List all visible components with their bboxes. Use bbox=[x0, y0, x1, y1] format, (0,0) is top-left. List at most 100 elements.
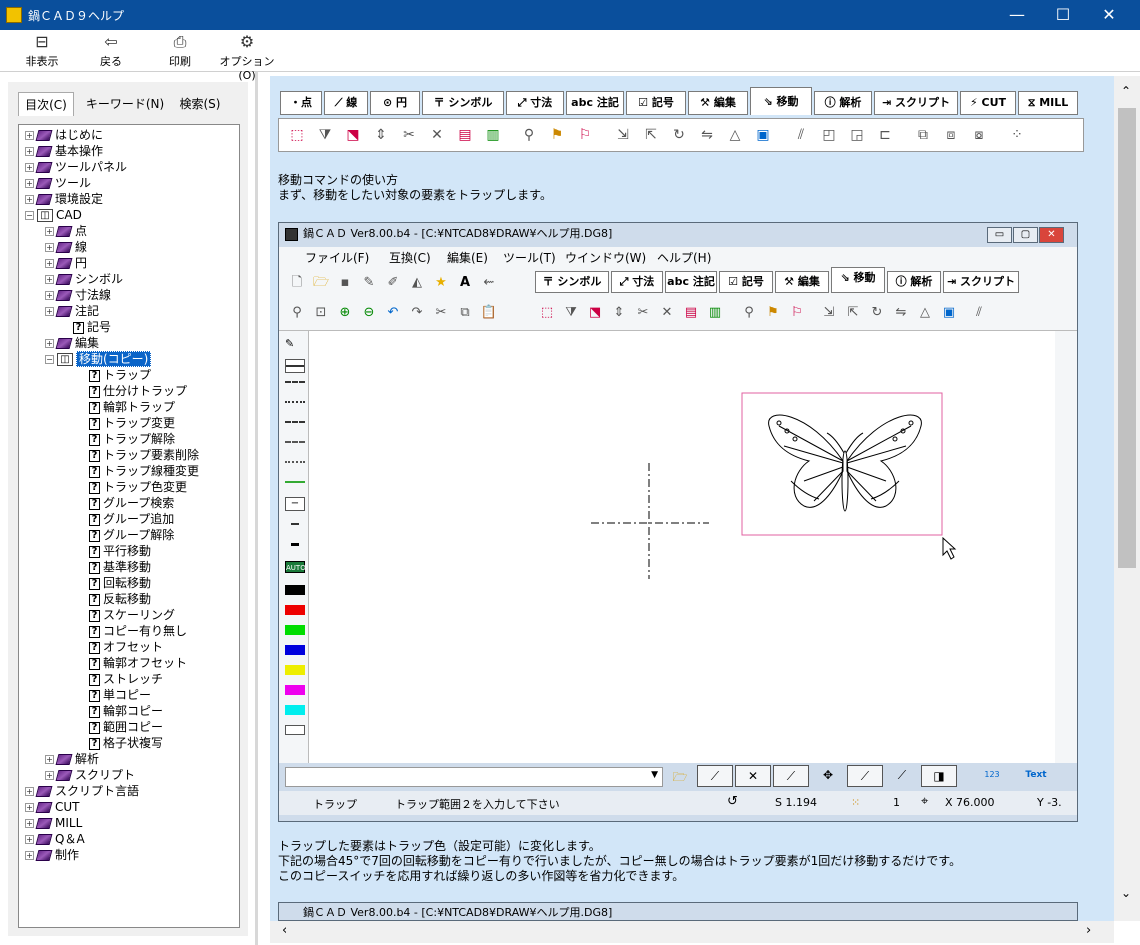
tree-item-toolpanel[interactable]: + ツールパネル bbox=[25, 159, 127, 175]
tree-item-parallel-move[interactable]: ? 平行移動 bbox=[89, 543, 151, 559]
tree-item-stretch[interactable]: ? ストレッチ bbox=[89, 671, 163, 687]
tree-item-edit[interactable]: + 編集 bbox=[45, 335, 99, 351]
back-button[interactable]: ⇦ 戻る bbox=[96, 32, 126, 69]
expand-icon[interactable]: + bbox=[45, 243, 54, 252]
tree-item-offset[interactable]: ? オフセット bbox=[89, 639, 163, 655]
tree-item-kihon[interactable]: + 基本操作 bbox=[25, 143, 103, 159]
tree-item-cad[interactable]: − ◫ CAD bbox=[25, 207, 82, 223]
tree-item-trap-change[interactable]: ? トラップ変更 bbox=[89, 415, 175, 431]
tree-item-trap-release[interactable]: ? トラップ解除 bbox=[89, 431, 175, 447]
tree-item-settings[interactable]: + 環境設定 bbox=[25, 191, 103, 207]
expand-icon[interactable]: + bbox=[25, 851, 34, 860]
tab-search[interactable]: 検索(S) bbox=[170, 92, 230, 116]
trap-change-icon: ⇕ bbox=[375, 127, 387, 143]
expand-icon[interactable]: + bbox=[45, 755, 54, 764]
content-vertical-scrollbar[interactable]: ⌃ ⌄ bbox=[1114, 76, 1140, 921]
tree-item-contour-copy[interactable]: ? 輪郭コピー bbox=[89, 703, 163, 719]
tab-mill: ⧖ MILL bbox=[1018, 91, 1078, 115]
minimize-button[interactable]: — bbox=[994, 0, 1040, 30]
expand-icon[interactable]: + bbox=[45, 227, 54, 236]
tree-item-tool[interactable]: + ツール bbox=[25, 175, 91, 191]
tree-item-production[interactable]: + 制作 bbox=[25, 847, 79, 863]
app-scaling-icon: △ bbox=[920, 305, 930, 320]
expand-icon[interactable]: + bbox=[25, 787, 34, 796]
help-topic-icon: ? bbox=[89, 465, 100, 478]
tree-item-group-release[interactable]: ? グループ解除 bbox=[89, 527, 174, 543]
tree-item-rotate-move[interactable]: ? 回転移動 bbox=[89, 575, 151, 591]
expand-icon[interactable]: + bbox=[25, 179, 34, 188]
tree-item-ten[interactable]: + 点 bbox=[45, 223, 87, 239]
tree-item-symbol[interactable]: + シンボル bbox=[45, 271, 123, 287]
expand-icon[interactable]: + bbox=[45, 275, 54, 284]
scroll-right-icon[interactable]: › bbox=[1086, 923, 1091, 938]
tree-item-qa[interactable]: + Q＆A bbox=[25, 831, 85, 847]
tree-item-shiwake-trap[interactable]: ? 仕分けトラップ bbox=[89, 383, 187, 399]
grid-icon: ⁙ bbox=[851, 796, 861, 809]
help-topic-icon: ? bbox=[89, 545, 100, 558]
tree-item-range-copy[interactable]: ? 範囲コピー bbox=[89, 719, 163, 735]
expand-icon[interactable]: + bbox=[25, 803, 34, 812]
tree-item-mirror-move[interactable]: ? 反転移動 bbox=[89, 591, 151, 607]
tab-contents[interactable]: 目次(C) bbox=[18, 92, 74, 116]
tree-item-group-search[interactable]: ? グループ検索 bbox=[89, 495, 174, 511]
tree-item-trap[interactable]: ? トラップ bbox=[89, 367, 151, 383]
tree-item-move-copy[interactable]: − ◫ 移動(コピー) bbox=[45, 351, 152, 367]
close-button[interactable]: ✕ bbox=[1086, 0, 1132, 30]
hide-pane-icon: ⊟ bbox=[35, 32, 49, 51]
tree-item-grid-copy[interactable]: ? 格子状複写 bbox=[89, 735, 163, 751]
collapse-icon[interactable]: − bbox=[45, 355, 54, 364]
tree-item-sen[interactable]: + 線 bbox=[45, 239, 87, 255]
expand-icon[interactable]: + bbox=[45, 339, 54, 348]
options-button[interactable]: ⚙ オプション(O) bbox=[216, 32, 278, 82]
tree-item-analysis[interactable]: + 解析 bbox=[45, 751, 99, 767]
tree-item-dimension[interactable]: + 寸法線 bbox=[45, 287, 111, 303]
expand-icon[interactable]: + bbox=[45, 771, 54, 780]
hide-button[interactable]: ⊟ 非表示 bbox=[22, 32, 62, 69]
tree-item-note[interactable]: + 注記 bbox=[45, 303, 99, 319]
tree-item-trap-linetype[interactable]: ? トラップ線種変更 bbox=[89, 463, 199, 479]
content-horizontal-scrollbar[interactable]: ‹ › bbox=[270, 921, 1114, 943]
tree-item-trap-color[interactable]: ? トラップ色変更 bbox=[89, 479, 187, 495]
tree-item-kigou[interactable]: ? 記号 bbox=[73, 319, 111, 335]
tree-item-single-copy[interactable]: ? 単コピー bbox=[89, 687, 151, 703]
contour-trap-icon: ⬔ bbox=[346, 127, 360, 143]
expand-icon[interactable]: + bbox=[45, 307, 54, 316]
tree-item-scaling[interactable]: ? スケーリング bbox=[89, 607, 175, 623]
tree-item-script-lang[interactable]: + スクリプト言語 bbox=[25, 783, 139, 799]
scroll-left-icon[interactable]: ‹ bbox=[282, 923, 287, 938]
tree-label: スクリプト言語 bbox=[55, 784, 140, 798]
expand-icon[interactable]: + bbox=[25, 819, 34, 828]
expand-icon[interactable]: + bbox=[25, 131, 34, 140]
tree-item-group-add[interactable]: ? グループ追加 bbox=[89, 511, 174, 527]
app-tab-script: ⇥ スクリプト bbox=[943, 271, 1019, 293]
expand-icon[interactable]: + bbox=[25, 163, 34, 172]
print-button[interactable]: ⎙ 印刷 bbox=[164, 32, 196, 69]
scroll-up-icon[interactable]: ⌃ bbox=[1121, 84, 1131, 98]
expand-icon[interactable]: + bbox=[25, 147, 34, 156]
expand-icon[interactable]: + bbox=[25, 835, 34, 844]
tree-item-contour-offset[interactable]: ? 輪郭オフセット bbox=[89, 655, 187, 671]
scroll-down-icon[interactable]: ⌄ bbox=[1121, 886, 1131, 900]
tree-item-cut[interactable]: + CUT bbox=[25, 799, 80, 815]
expand-icon[interactable]: + bbox=[45, 291, 54, 300]
maximize-button[interactable]: ☐ bbox=[1040, 0, 1086, 30]
tree-item-base-move[interactable]: ? 基準移動 bbox=[89, 559, 151, 575]
tree-item-en[interactable]: + 円 bbox=[45, 255, 87, 271]
tree-item-trap-delete[interactable]: ? トラップ要素削除 bbox=[89, 447, 199, 463]
zoom-out-icon: ⊖ bbox=[363, 305, 375, 320]
scroll-thumb[interactable] bbox=[1118, 108, 1136, 568]
expand-icon[interactable]: + bbox=[25, 195, 34, 204]
body-line-3: このコピースイッチを応用すれば繰り返しの多い作図等を省力化できます。 bbox=[278, 869, 685, 883]
tree-item-mill[interactable]: + MILL bbox=[25, 815, 82, 831]
app-group-release-icon: ⚐ bbox=[791, 305, 803, 320]
folder-icon: 🗁 bbox=[672, 770, 688, 784]
tree-item-rinkaku-trap[interactable]: ? 輪郭トラップ bbox=[89, 399, 175, 415]
tab-keyword[interactable]: キーワード(N) bbox=[84, 92, 166, 116]
tree-item-copy-toggle[interactable]: ? コピー有り無し bbox=[89, 623, 187, 639]
collapse-icon[interactable]: − bbox=[25, 211, 34, 220]
help-topic-icon: ? bbox=[89, 689, 100, 702]
tree-item-hajimeni[interactable]: + はじめに bbox=[25, 127, 103, 143]
expand-icon[interactable]: + bbox=[45, 259, 54, 268]
pane-splitter[interactable] bbox=[255, 72, 258, 945]
tree-item-script[interactable]: + スクリプト bbox=[45, 767, 135, 783]
